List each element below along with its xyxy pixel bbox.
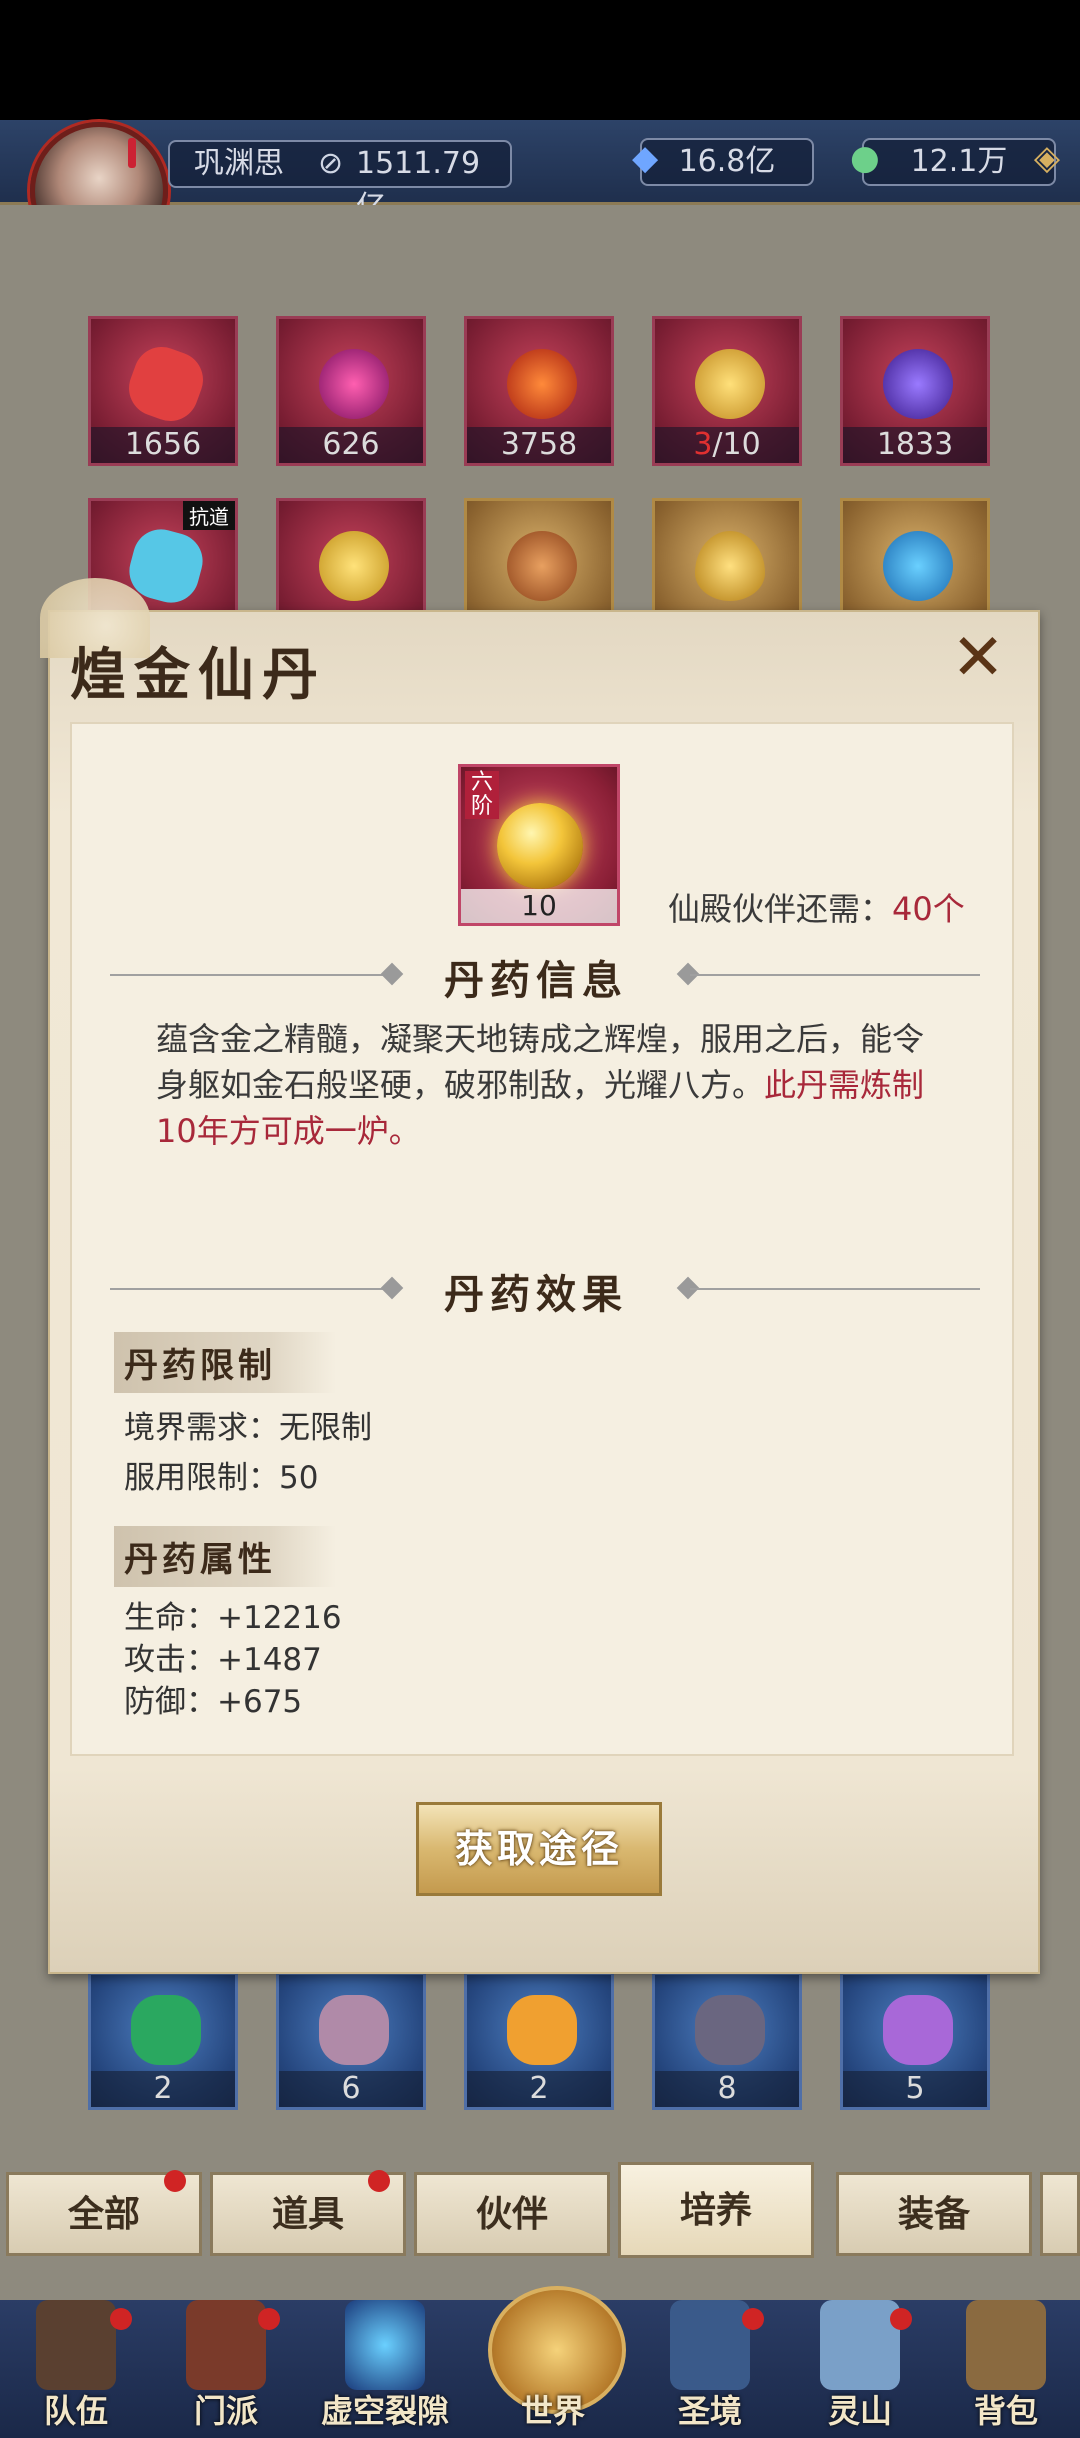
slot-count: 1656 (91, 427, 235, 463)
attr-attack: 攻击：+1487 (124, 1642, 322, 1678)
item-tier-badge: 六阶 (465, 771, 499, 819)
avatar-badge-icon (128, 138, 136, 168)
inventory-slot[interactable]: 6 (276, 1972, 426, 2110)
crystal-icon: ◆ (632, 138, 659, 178)
inventory-slot[interactable]: 3758 (464, 316, 614, 466)
slot-count: 3758 (467, 427, 611, 463)
slot-badge: 抗道 (183, 501, 235, 530)
mountain-icon (820, 2300, 900, 2390)
slot-count: 8 (655, 2071, 799, 2107)
slot-count: 5 (843, 2071, 987, 2107)
divider-line (110, 1288, 400, 1290)
add-jade-icon[interactable]: ◈ (1034, 136, 1060, 180)
attr-defense: 防御：+675 (124, 1684, 303, 1720)
tab-more[interactable] (1040, 2172, 1080, 2256)
inventory-slot[interactable]: 3/10 (652, 316, 802, 466)
notification-dot (742, 2308, 764, 2330)
slot-count: 626 (279, 427, 423, 463)
spirit-beast-icon (695, 349, 765, 419)
flame-orb-icon (507, 349, 577, 419)
slot-count: 2 (467, 2071, 611, 2107)
attr-heading: 丹药属性 (114, 1526, 336, 1587)
water-flame-icon (883, 531, 953, 601)
inventory-slot[interactable]: 5 (840, 1972, 990, 2110)
inventory-slot[interactable]: 626 (276, 316, 426, 466)
power-icon: ⊘ (318, 146, 344, 181)
quartz-icon (319, 1995, 389, 2065)
attr-hp: 生命：+12216 (124, 1600, 342, 1636)
item-description: 蕴含金之精髓，凝聚天地铸成之辉煌，服用之后，能令身躯如金石般坚硬，破邪制敌，光耀… (156, 1020, 925, 1150)
pearl-icon (319, 349, 389, 419)
vortex-icon (345, 2300, 425, 2390)
slot-count: 3/10 (655, 427, 799, 463)
player-name: 巩渊思 (194, 146, 284, 181)
item-count: 10 (461, 889, 617, 923)
temple-icon (186, 2300, 266, 2390)
golden-pill-icon (319, 531, 389, 601)
nav-world[interactable]: 世界 (478, 2286, 628, 2438)
nav-void-rift[interactable]: 虚空裂隙 (300, 2300, 470, 2438)
slot-count: 6 (279, 2071, 423, 2107)
info-heading: 丹药信息 (444, 957, 628, 1004)
pagoda-icon (670, 2300, 750, 2390)
amber-orb-icon (507, 531, 577, 601)
tab-partners[interactable]: 伙伴 (414, 2172, 610, 2256)
inventory-slot[interactable]: 1833 (840, 316, 990, 466)
jade-icon: ● (850, 138, 880, 178)
item-icon-large: 六阶 10 (458, 764, 620, 926)
void-orb-icon (883, 349, 953, 419)
limit-usage: 服用限制：50 (124, 1460, 319, 1496)
modal-title: 煌金仙丹 (70, 642, 326, 708)
divider-line (690, 974, 980, 976)
partner-requirement: 仙殿伙伴还需：40个 (668, 890, 965, 928)
notification-dot (110, 2308, 132, 2330)
player-info-pill: 巩渊思 ⊘ 1511.79亿 (168, 140, 512, 225)
nav-backpack[interactable]: 背包 (936, 2300, 1076, 2438)
drop-icon (695, 531, 765, 601)
talisman-icon (121, 339, 211, 429)
slot-count: 1833 (843, 427, 987, 463)
notification-dot (164, 2170, 186, 2192)
golden-pill-icon (497, 803, 583, 889)
limit-heading: 丹药限制 (114, 1332, 336, 1393)
team-icon (36, 2300, 116, 2390)
spirit-stone-value: 16.8亿 (678, 144, 776, 179)
inventory-slot[interactable]: 2 (464, 1972, 614, 2110)
amethyst-icon (883, 1995, 953, 2065)
status-bar (0, 0, 1080, 120)
jade-value: 12.1万 (910, 144, 1008, 179)
notification-dot (258, 2308, 280, 2330)
emerald-icon (131, 1995, 201, 2065)
inventory-slot[interactable]: 1656 (88, 316, 238, 466)
limit-realm: 境界需求：无限制 (124, 1410, 372, 1446)
effect-heading: 丹药效果 (444, 1271, 628, 1318)
tab-cultivation[interactable]: 培养 (618, 2162, 814, 2258)
get-source-button[interactable]: 获取途径 (416, 1802, 662, 1896)
notification-dot (890, 2308, 912, 2330)
divider-line (690, 1288, 980, 1290)
spirit-stone-pill[interactable]: ◆ 16.8亿 (632, 138, 814, 186)
inventory-slot[interactable]: 8 (652, 1972, 802, 2110)
tab-equipment[interactable]: 装备 (836, 2172, 1032, 2256)
inventory-slot[interactable]: 2 (88, 1972, 238, 2110)
backpack-icon (966, 2300, 1046, 2390)
divider-line (110, 974, 400, 976)
close-icon[interactable]: ✕ (948, 626, 1008, 690)
slot-count: 2 (91, 2071, 235, 2107)
notification-dot (368, 2170, 390, 2192)
jade-pill[interactable]: ● 12.1万 ◈ (850, 138, 1060, 186)
slate-icon (695, 1995, 765, 2065)
topaz-icon (507, 1995, 577, 2065)
